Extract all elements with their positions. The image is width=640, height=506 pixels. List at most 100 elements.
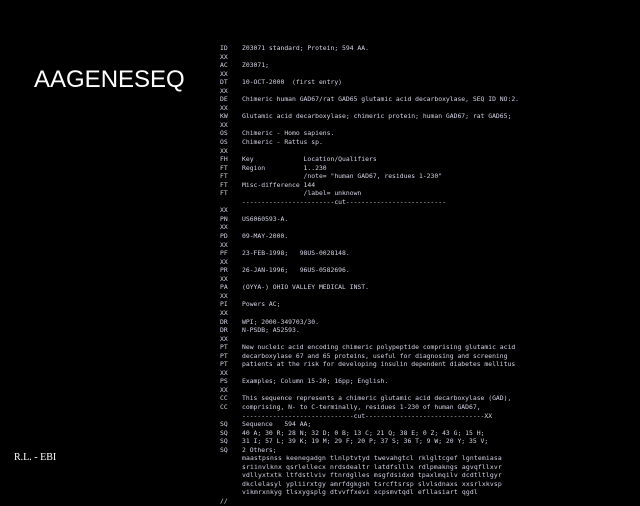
line-text: Chimeric - Rattus sp.	[242, 138, 323, 147]
line-code: FT	[220, 163, 228, 172]
entry-line: XX	[220, 369, 636, 378]
line-code: FT	[220, 172, 228, 181]
line-code: OS	[220, 138, 228, 147]
entry-line: OS Chimeric - Rattus sp.	[220, 138, 636, 147]
line-code: XX	[220, 223, 228, 232]
line-text: Glutamic acid decarboxylase; chimeric pr…	[242, 112, 512, 121]
line-code: ID	[220, 44, 228, 52]
entry-line: DR WPI; 2000-349703/30.	[220, 318, 636, 327]
entry-line: DR N-PSDB; A52593.	[220, 326, 636, 335]
line-text	[242, 87, 636, 96]
line-text: Key Location/Qualifiers	[242, 155, 377, 164]
line-code: XX	[220, 334, 228, 343]
entry-line: DE Chimeric human GAD67/rat GAD65 glutami…	[220, 95, 636, 104]
line-text: dkclelasyl ypliirxtgy amrfdgkgsh tsrcfts…	[242, 479, 502, 488]
line-text: (OYYA-) OHIO VALLEY MEDICAL INST.	[242, 283, 369, 292]
line-text	[242, 147, 636, 156]
entry-line: OS Chimeric - Homo sapiens.	[220, 129, 636, 138]
line-code: XX	[220, 69, 228, 78]
entry-line: XX	[220, 206, 636, 215]
entry-line: //	[220, 497, 636, 506]
entry-line: FT Region 1..230	[220, 164, 636, 173]
line-code: PA	[220, 283, 228, 292]
line-text: WPI; 2000-349703/30.	[242, 317, 319, 326]
entry-line: PI Powers AC;	[220, 300, 636, 309]
line-code: XX	[220, 120, 228, 129]
entry-line: PR 26-JAN-1996; 96US-0582696.	[220, 266, 636, 275]
entry-line: XX	[220, 104, 636, 113]
line-code: //	[220, 496, 228, 505]
line-code: PT	[220, 360, 228, 369]
entry-line: CC comprising, N- to C-terminally, residu…	[220, 403, 636, 412]
line-code: XX	[220, 52, 228, 61]
entry-line: PS Examples; Column 15-20; 16pp; English.	[220, 377, 636, 386]
entry-line: KW Glutamic acid decarboxylase; chimeric …	[220, 112, 636, 121]
line-text: 26-JAN-1996; 96US-0582696.	[242, 266, 350, 275]
line-text: Examples; Column 15-20; 16pp; English.	[242, 377, 389, 386]
sequence-line: vdllyxtxtk ltfdstlviv ftnrdglles msgfdsi…	[220, 471, 636, 480]
line-text	[242, 292, 636, 301]
line-code: XX	[220, 274, 228, 283]
line-code: PS	[220, 377, 228, 386]
line-code: XX	[220, 146, 228, 155]
entry-line: PA (OYYA-) OHIO VALLEY MEDICAL INST.	[220, 283, 636, 292]
line-code: PD	[220, 232, 228, 241]
line-text	[242, 258, 636, 267]
line-text: This sequence represents a chimeric glut…	[242, 394, 512, 403]
line-code: SQ	[220, 428, 228, 437]
line-code: KW	[220, 112, 228, 121]
entry-line: AC Z03071;	[220, 61, 636, 70]
line-code: FT	[220, 189, 228, 198]
entry-line: FT /note= "human GAD67, residues 1-230"	[220, 172, 636, 181]
line-text: maastpsnss keenegadgn tlnlptvtyd twevahg…	[242, 454, 502, 463]
line-code: DR	[220, 326, 228, 335]
line-code: XX	[220, 103, 228, 112]
line-text	[242, 335, 636, 344]
line-code: CC	[220, 394, 228, 403]
entry-line: XX	[220, 335, 636, 344]
entry-line: SQ 2 Others;	[220, 446, 636, 455]
line-text: decarboxylase 67 and 65 proteins, useful…	[242, 351, 508, 360]
line-text: 40 A; 30 R; 28 N; 32 D; 0 B; 13 C; 21 Q;…	[242, 428, 485, 437]
line-text: /label= unknown	[242, 189, 362, 198]
line-code: PT	[220, 343, 228, 352]
line-text	[242, 309, 636, 318]
entry-line: SQ Sequence 594 AA;	[220, 420, 636, 429]
line-text: vdllyxtxtk ltfdstlviv ftnrdglles msgfdsi…	[242, 471, 502, 480]
line-code: XX	[220, 240, 228, 249]
line-text: US6060593-A.	[242, 214, 289, 223]
entry-line: SQ 40 A; 30 R; 28 N; 32 D; 0 B; 13 C; 21 …	[220, 429, 636, 438]
entry-line: CC This sequence represents a chimeric gl…	[220, 394, 636, 403]
line-text: vikmrxnkyg tlsxygsplg dtvvffxevi xcpsmvt…	[242, 488, 478, 497]
line-text: Z03071 standard; Protein; 594 AA.	[242, 44, 369, 52]
entry-line: ------------------------cut-------------…	[220, 198, 636, 207]
line-code: FT	[220, 180, 228, 189]
slide-title: AAGENESEQ	[34, 66, 185, 93]
line-text	[242, 223, 636, 232]
entry-line: XX	[220, 223, 636, 232]
entry-line: XX	[220, 292, 636, 301]
line-text	[242, 275, 636, 284]
line-code: PN	[220, 214, 228, 223]
entry-line: XX	[220, 70, 636, 79]
entry-line: XX	[220, 87, 636, 96]
line-code: CC	[220, 402, 228, 411]
line-text	[242, 206, 636, 215]
line-code: PF	[220, 249, 228, 258]
line-text: Region 1..230	[242, 163, 327, 172]
line-code: XX	[220, 385, 228, 394]
entry-line: XX	[220, 386, 636, 395]
line-text: 09-MAY-2000.	[242, 232, 289, 241]
line-code: SQ	[220, 437, 228, 446]
entry-line: XX	[220, 147, 636, 156]
line-text: N-PSDB; A52593.	[242, 326, 300, 335]
line-text	[242, 241, 636, 250]
line-code: XX	[220, 368, 228, 377]
line-code: XX	[220, 86, 228, 95]
entry-line: PN US6060593-A.	[220, 215, 636, 224]
line-code: DR	[220, 317, 228, 326]
